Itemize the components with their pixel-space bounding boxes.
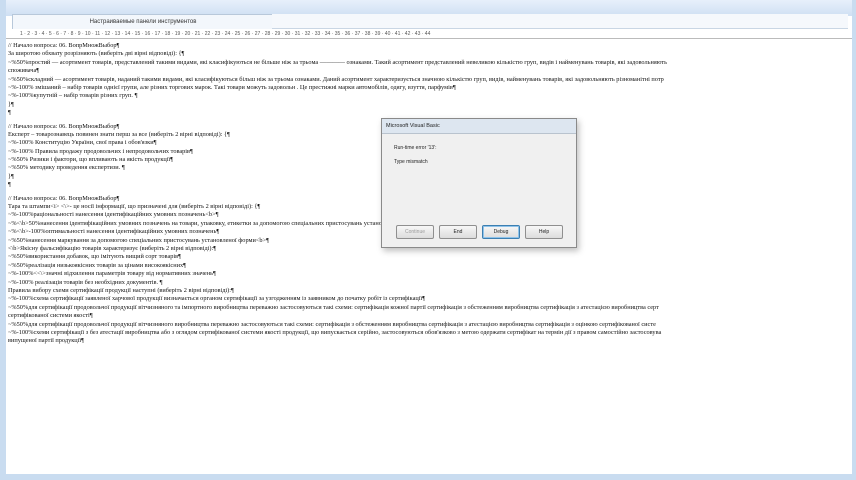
document-line[interactable]: ~%50%для сертифікації продовольчої проду… — [8, 304, 850, 312]
error-code-text: Run-time error '13': — [394, 145, 437, 151]
document-line[interactable]: ~%50%для сертифікації продовольчої проду… — [8, 321, 850, 329]
document-line[interactable]: ~%50%простий — асортимент товарів, предс… — [8, 59, 850, 67]
document-line[interactable]: ~%50%складний — асортимент товарів, нада… — [8, 76, 850, 84]
vba-error-dialog: Microsoft Visual Basic Run-time error '1… — [381, 118, 577, 248]
document-body[interactable]: // Начало вопроса: 06. ВопрМножВыбор¶ За … — [8, 42, 850, 474]
document-line[interactable]: ¶ — [8, 109, 850, 117]
document-line[interactable]: За широтою обхвату розрізняють (виберіть… — [8, 50, 850, 58]
document-line[interactable]: ~%-100%<<\>значні відхилення параметрів … — [8, 270, 850, 278]
window-bottom-frame — [0, 474, 856, 480]
dialog-message-area: Run-time error '13': Type mismatch — [394, 145, 436, 173]
document-line[interactable]: ~%-100% змішаний – набір товарів однієї … — [8, 84, 850, 92]
document-line[interactable]: ~%-100%схеми сертифікації з без атестаці… — [8, 329, 850, 337]
help-button[interactable]: Help — [525, 225, 563, 239]
window-left-frame — [0, 0, 6, 480]
debug-button[interactable]: Debug — [482, 225, 520, 239]
continue-button[interactable]: Continue — [396, 225, 434, 239]
window-right-frame — [852, 0, 856, 480]
custom-toolbars-tab[interactable]: Настраиваемые панели инструментов — [12, 14, 274, 29]
document-line[interactable]: ~%-100%купутній – набір товарів різних г… — [8, 92, 850, 100]
document-line[interactable]: ~%50%використання добавок, що імітують в… — [8, 253, 850, 261]
document-line[interactable]: }¶ — [8, 101, 850, 109]
document-line[interactable]: сертифікованої системи якості¶ — [8, 312, 850, 320]
document-line[interactable]: ~%-100%схема сертифікації заявленої харч… — [8, 295, 850, 303]
document-line[interactable]: ~%-100% реалізація товарів без необхідни… — [8, 279, 850, 287]
document-line[interactable]: // Начало вопроса: 06. ВопрМножВыбор¶ — [8, 42, 850, 50]
document-line[interactable]: Правила вибору схеми сертифікації продук… — [8, 287, 850, 295]
end-button[interactable]: End — [439, 225, 477, 239]
error-message-text: Type mismatch — [394, 159, 428, 165]
document-line[interactable]: ~%50%реалізація низькоякісних товарів за… — [8, 262, 850, 270]
dialog-title: Microsoft Visual Basic — [382, 119, 576, 134]
horizontal-ruler[interactable]: 1 · 2 · 3 · 4 · 5 · 6 · 7 · 8 · 9 · 10 ·… — [6, 29, 852, 39]
toolbar-area — [272, 14, 848, 29]
document-line[interactable]: споживача¶ — [8, 67, 850, 75]
document-line[interactable]: випущеної партії продукції¶ — [8, 337, 850, 345]
